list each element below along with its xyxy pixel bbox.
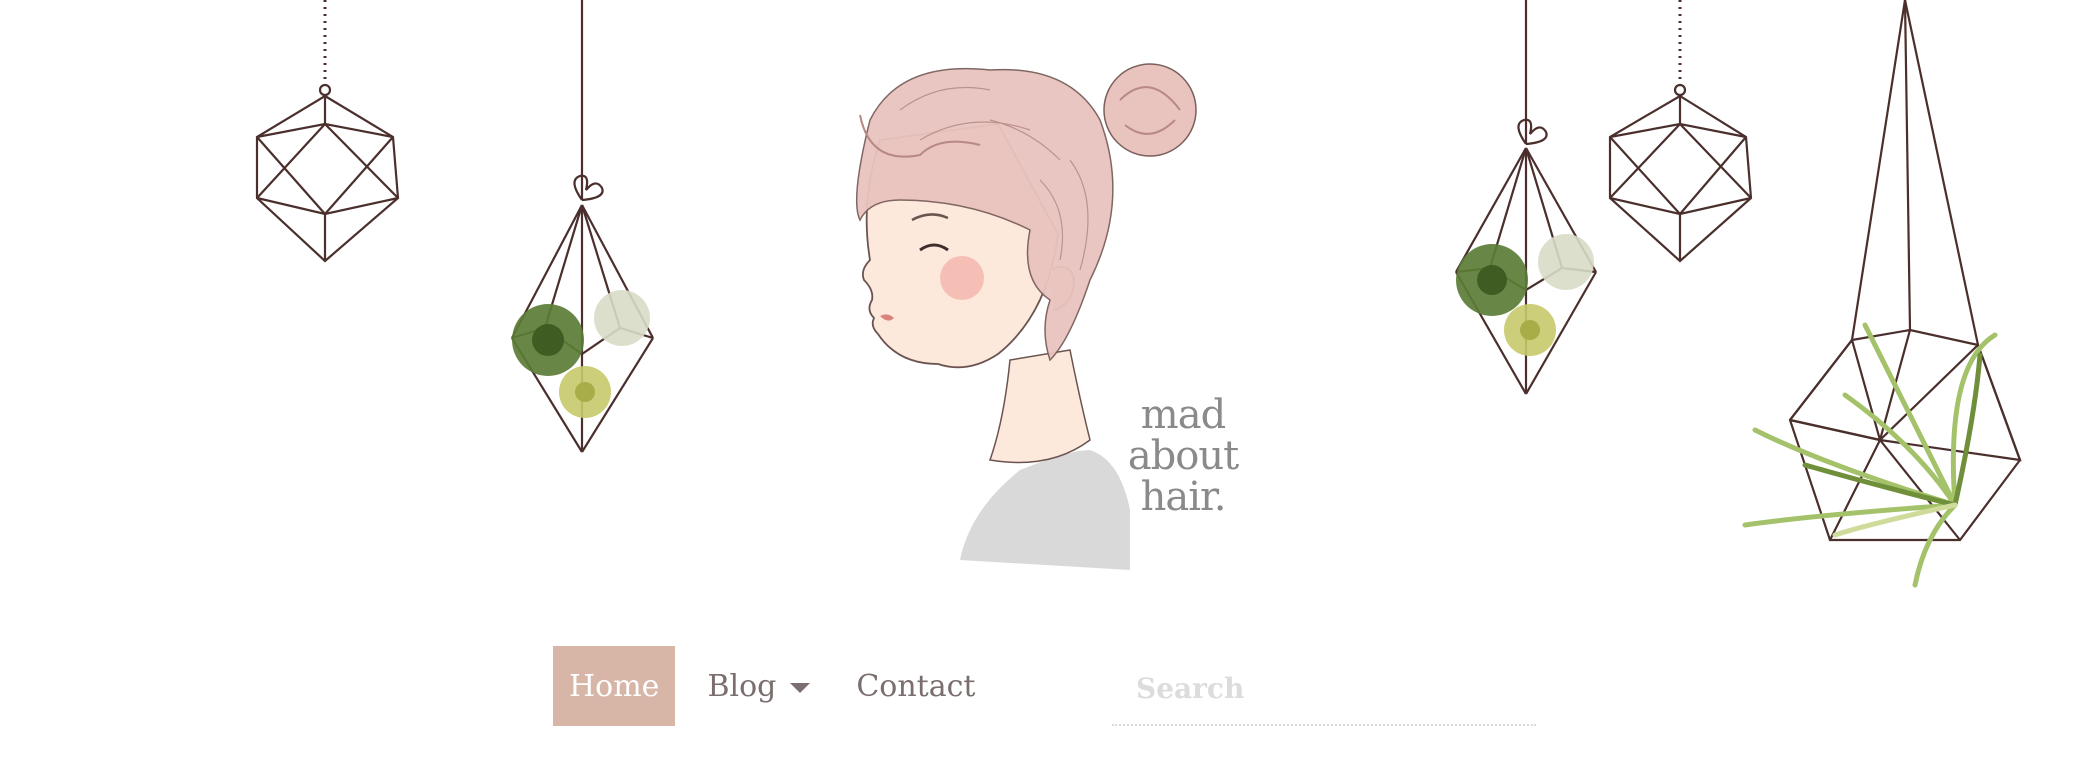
search-input[interactable] <box>1112 654 1536 722</box>
chevron-down-icon[interactable] <box>790 683 811 693</box>
logo-line-2: about <box>1127 433 1239 479</box>
nav-item-blog-label: Blog <box>707 668 777 704</box>
nav-item-contact-label: Contact <box>856 668 976 704</box>
nav-item-blog[interactable]: Blog <box>691 646 811 726</box>
header-illustration: mad about hair. <box>0 0 2074 620</box>
nav-item-contact[interactable]: Contact <box>840 646 991 726</box>
hanging-terrarium-icon <box>255 0 400 263</box>
logo-line-3: hair. <box>1140 474 1227 520</box>
nav-item-home-label: Home <box>569 668 660 704</box>
search-box <box>1112 654 1536 726</box>
main-navigation: Home Blog Contact <box>553 646 991 726</box>
logo-line-1: mad <box>1140 392 1226 438</box>
nav-item-home[interactable]: Home <box>553 646 676 726</box>
site-logo-text: mad about hair. <box>1118 395 1248 518</box>
hanging-terrarium-icon-2 <box>1608 0 1753 263</box>
